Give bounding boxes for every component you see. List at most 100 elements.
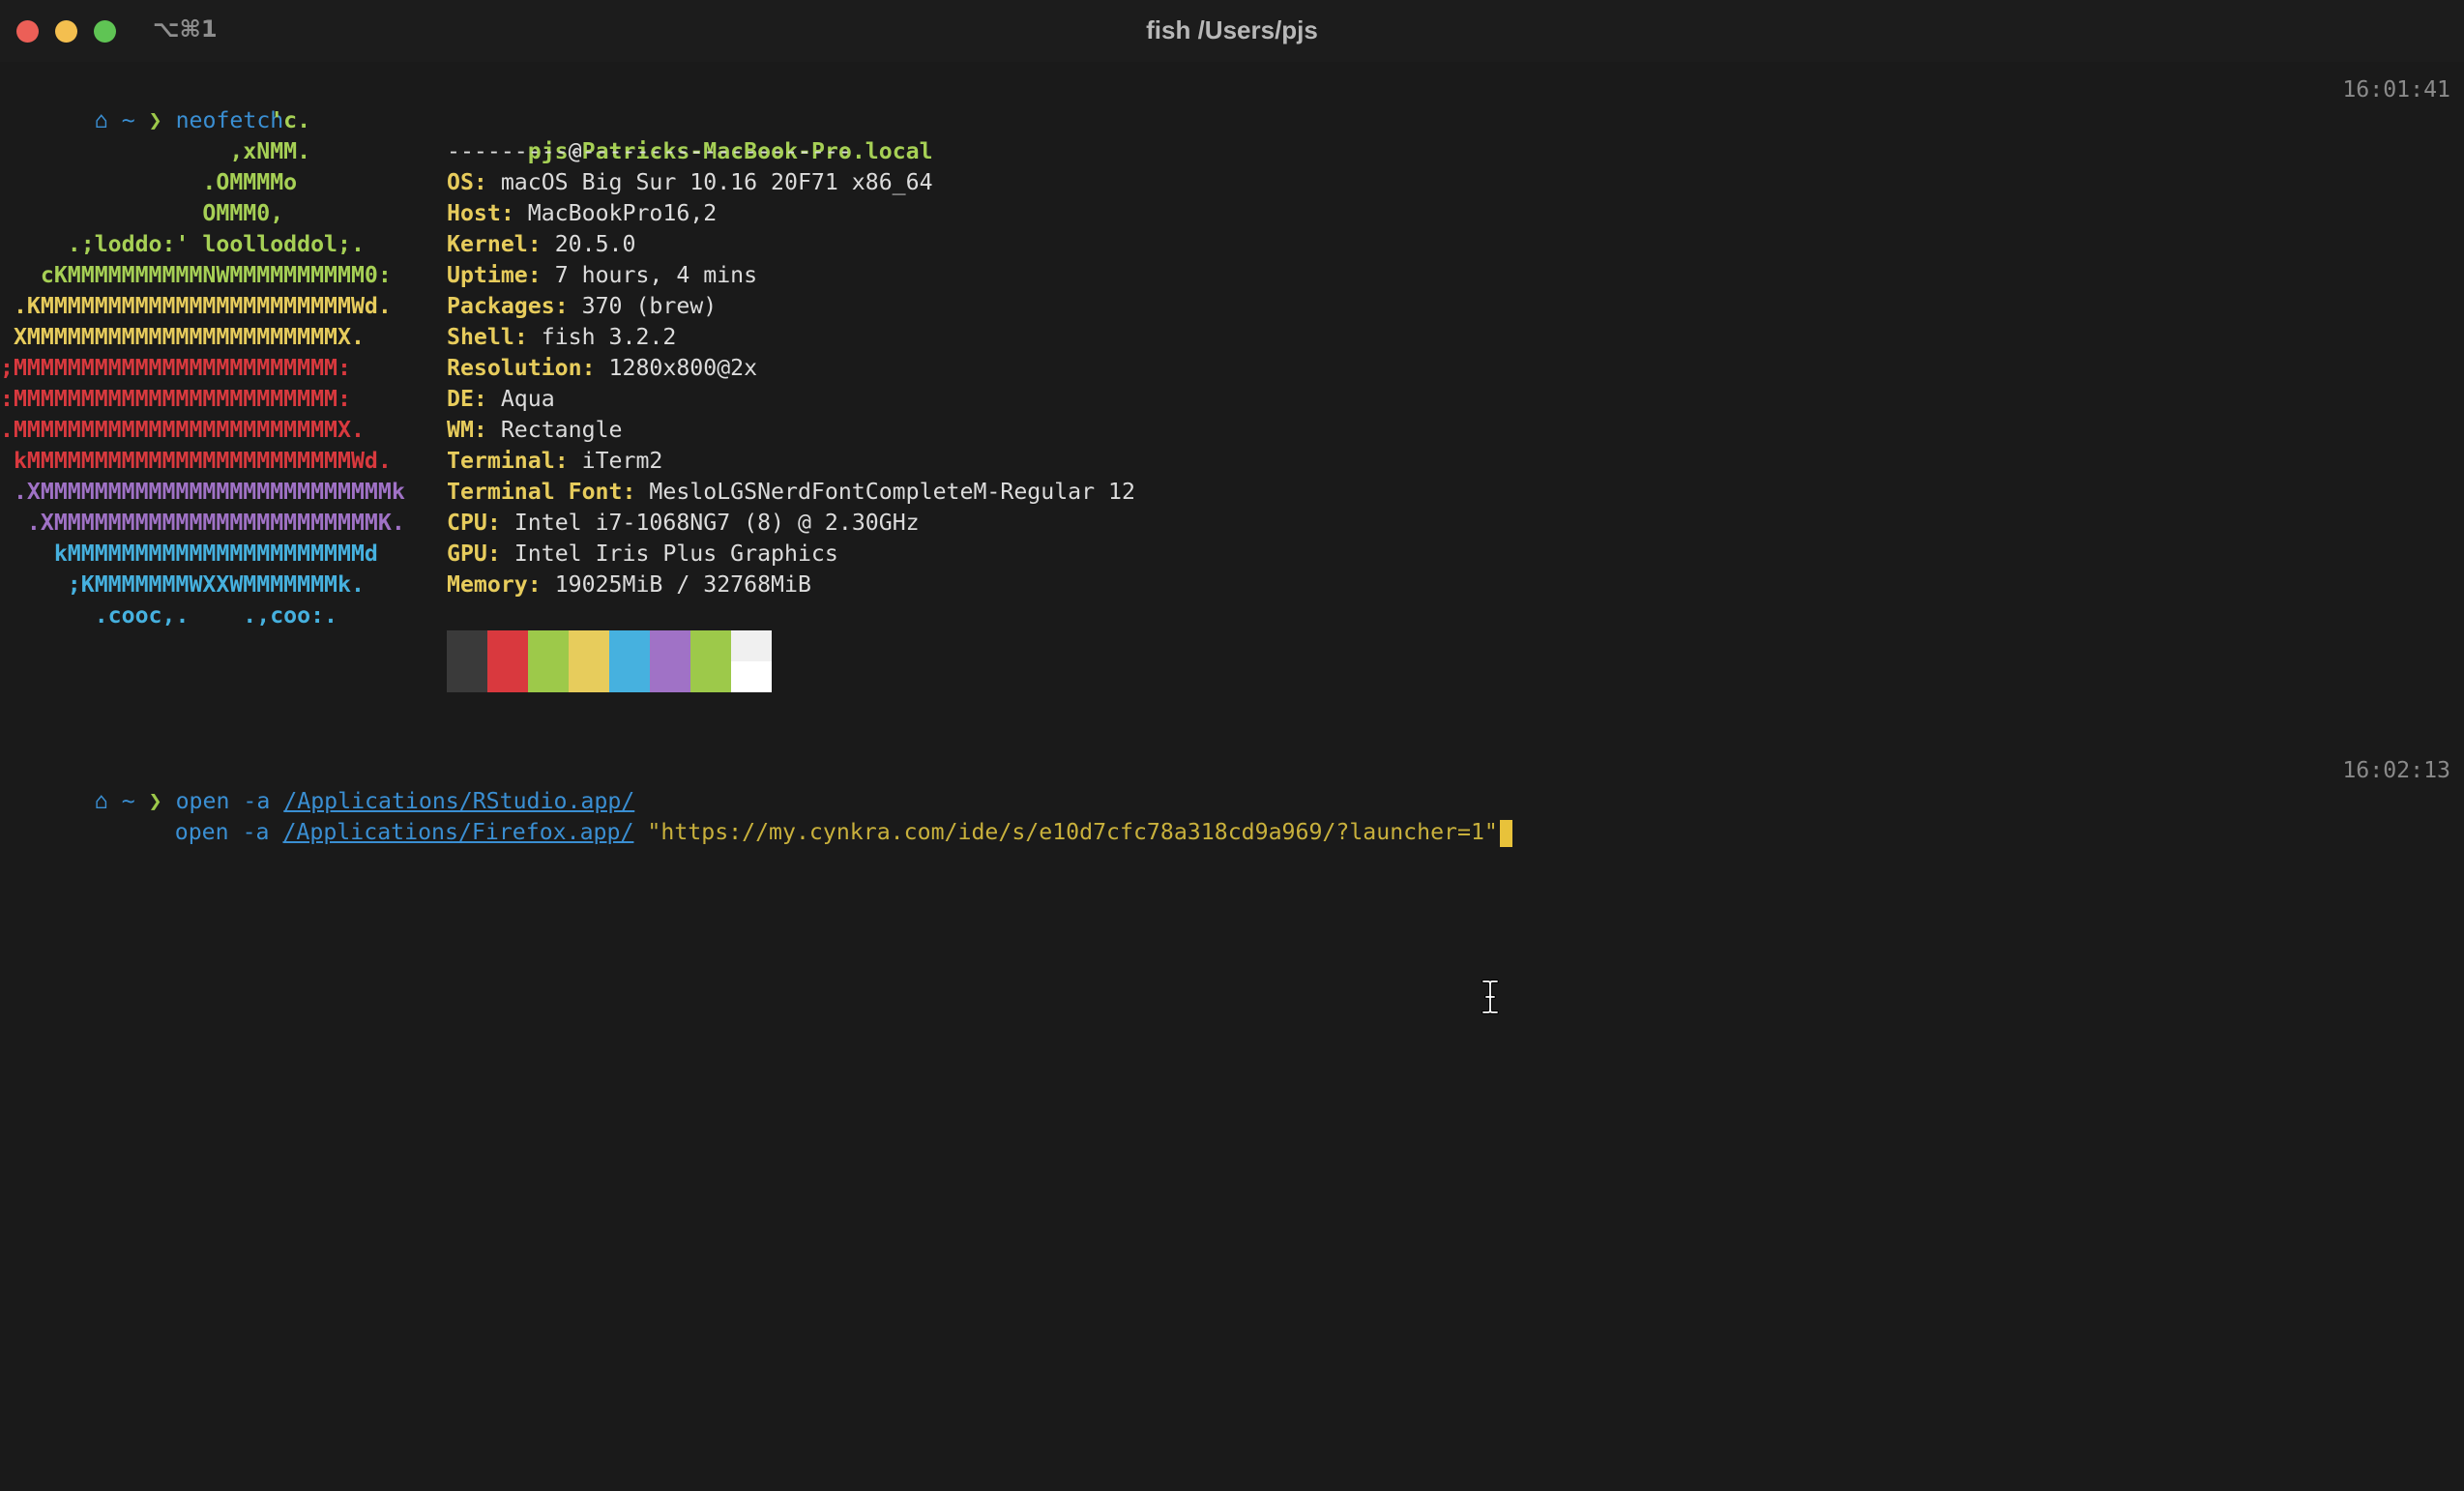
- info-colon: :: [513, 324, 542, 350]
- terminal-content[interactable]: ⌂ ~ ❯ neofetch 16:01:41 'c. ,xNMM. .OMMM…: [0, 0, 2464, 847]
- info-value: 19025MiB / 32768MiB: [554, 571, 811, 598]
- timestamp: 16:01:41: [2342, 76, 2450, 102]
- info-value: iTerm2: [581, 448, 663, 474]
- color-swatch: [528, 630, 569, 692]
- color-swatch-top: [528, 630, 569, 661]
- command-flag: -a: [242, 819, 270, 845]
- info-label: Terminal Font: [447, 479, 623, 505]
- info-row: Resolution: 1280x800@2x: [447, 353, 757, 384]
- ascii-logo-line: .XMMMMMMMMMMMMMMMMMMMMMMMMMMk: [0, 479, 405, 505]
- info-colon: :: [554, 293, 582, 319]
- info-label: CPU: [447, 510, 487, 536]
- info-row: Terminal Font: MesloLGSNerdFontCompleteM…: [447, 477, 1135, 508]
- ascii-logo-line: .cooc,. .,coo:.: [0, 602, 338, 629]
- color-swatch-top: [447, 630, 487, 661]
- color-swatch: [447, 630, 487, 692]
- ascii-logo-line: .KMMMMMMMMMMMMMMMMMMMMMMMWd.: [0, 293, 392, 319]
- info-value: Intel Iris Plus Graphics: [513, 541, 838, 567]
- color-swatch-top: [487, 630, 528, 661]
- info-row: OS: macOS Big Sur 10.16 20F71 x86_64: [447, 167, 933, 198]
- info-label: Memory: [447, 571, 528, 598]
- prompt-line: ⌂ ~ ❯ open -a /Applications/RStudio.app/: [14, 755, 634, 814]
- window-title: fish /Users/pjs: [1146, 15, 1318, 44]
- ascii-logo-line: :MMMMMMMMMMMMMMMMMMMMMMMM:: [0, 386, 351, 412]
- ascii-logo-line: XMMMMMMMMMMMMMMMMMMMMMMMX.: [0, 324, 365, 350]
- color-swatch: [569, 630, 609, 692]
- ascii-logo-line: .OMMMMo: [0, 169, 298, 195]
- ascii-logo-line: kMMMMMMMMMMMMMMMMMMMMMMd: [0, 541, 378, 567]
- info-value: 20.5.0: [554, 231, 636, 257]
- text-cursor: [1499, 819, 1512, 847]
- color-swatch: [609, 630, 650, 692]
- color-swatch: [487, 630, 528, 692]
- info-colon: :: [581, 355, 609, 381]
- info-colon: :: [473, 417, 501, 443]
- info-row: DE: Aqua: [447, 384, 555, 415]
- info-row: Packages: 370 (brew): [447, 291, 717, 322]
- info-value: macOS Big Sur 10.16 20F71 x86_64: [500, 169, 933, 195]
- ascii-logo-line: ,xNMM.: [0, 138, 311, 164]
- info-colon: :: [622, 479, 650, 505]
- ascii-logo-line: ;MMMMMMMMMMMMMMMMMMMMMMMM:: [0, 355, 351, 381]
- info-label: GPU: [447, 541, 487, 567]
- ascii-logo-line: OMMM0,: [0, 200, 284, 226]
- info-value: MacBookPro16,2: [527, 200, 718, 226]
- color-swatch: [731, 630, 772, 692]
- info-label: Packages: [447, 293, 555, 319]
- info-row: Uptime: 7 hours, 4 mins: [447, 260, 757, 291]
- info-colon: :: [486, 541, 514, 567]
- text-ibeam-icon: [1481, 979, 1499, 1014]
- timestamp: 16:02:13: [2342, 757, 2450, 783]
- string-argument: "https://my.cynkra.com/ide/s/e10d7cfc78a…: [647, 819, 1498, 845]
- info-row: Host: MacBookPro16,2: [447, 198, 717, 229]
- color-swatch: [650, 630, 690, 692]
- path-link[interactable]: /Applications/Firefox.app/: [282, 819, 633, 845]
- info-label: Kernel: [447, 231, 528, 257]
- color-swatch-top: [690, 630, 731, 661]
- info-label: Uptime: [447, 262, 528, 288]
- info-colon: :: [500, 200, 528, 226]
- info-value: Intel i7-1068NG7 (8) @ 2.30GHz: [513, 510, 920, 536]
- info-row: Terminal: iTerm2: [447, 446, 662, 477]
- color-swatch-top: [650, 630, 690, 661]
- info-label: DE: [447, 386, 474, 412]
- ascii-logo-line: .;loddo:' loolloddol;.: [0, 231, 365, 257]
- info-value: fish 3.2.2: [541, 324, 677, 350]
- info-row: GPU: Intel Iris Plus Graphics: [447, 539, 838, 570]
- info-value: Aqua: [500, 386, 555, 412]
- title-bar: ⌥⌘1 fish /Users/pjs: [0, 0, 2464, 62]
- user-host: pjs@Patricks-MacBook-Pro.local: [447, 105, 933, 164]
- ascii-logo-line: 'c.: [0, 107, 311, 133]
- info-colon: :: [527, 262, 555, 288]
- info-value: MesloLGSNerdFontCompleteM-Regular 12: [649, 479, 1135, 505]
- info-colon: :: [554, 448, 582, 474]
- info-label: WM: [447, 417, 474, 443]
- ascii-logo-line: cKMMMMMMMMMMNWMMMMMMMMMM0:: [0, 262, 392, 288]
- info-value: Rectangle: [500, 417, 623, 443]
- info-row: CPU: Intel i7-1068NG7 (8) @ 2.30GHz: [447, 508, 920, 539]
- info-label: Terminal: [447, 448, 555, 474]
- command-text: open: [174, 819, 229, 845]
- info-colon: :: [527, 571, 555, 598]
- info-label: Shell: [447, 324, 514, 350]
- color-palette: [447, 630, 772, 692]
- info-row: Shell: fish 3.2.2: [447, 322, 676, 353]
- info-value: 7 hours, 4 mins: [554, 262, 758, 288]
- ascii-logo-line: .XMMMMMMMMMMMMMMMMMMMMMMMMK.: [0, 510, 405, 536]
- info-row: Memory: 19025MiB / 32768MiB: [447, 570, 811, 600]
- color-swatch-top: [609, 630, 650, 661]
- info-colon: :: [527, 231, 555, 257]
- info-label: Host: [447, 200, 501, 226]
- color-swatch-top: [569, 630, 609, 661]
- info-value: 370 (brew): [581, 293, 718, 319]
- info-value: 1280x800@2x: [608, 355, 758, 381]
- color-swatch: [690, 630, 731, 692]
- ascii-logo-line: kMMMMMMMMMMMMMMMMMMMMMMMMWd.: [0, 448, 392, 474]
- info-row: Kernel: 20.5.0: [447, 229, 635, 260]
- info-colon: :: [486, 510, 514, 536]
- info-row: WM: Rectangle: [447, 415, 622, 446]
- info-colon: :: [473, 386, 501, 412]
- ascii-logo-line: .MMMMMMMMMMMMMMMMMMMMMMMMX.: [0, 417, 365, 443]
- separator-line: ------------------------------: [447, 138, 852, 164]
- continuation-line: open -a /Applications/Firefox.app/ "http…: [94, 786, 1512, 847]
